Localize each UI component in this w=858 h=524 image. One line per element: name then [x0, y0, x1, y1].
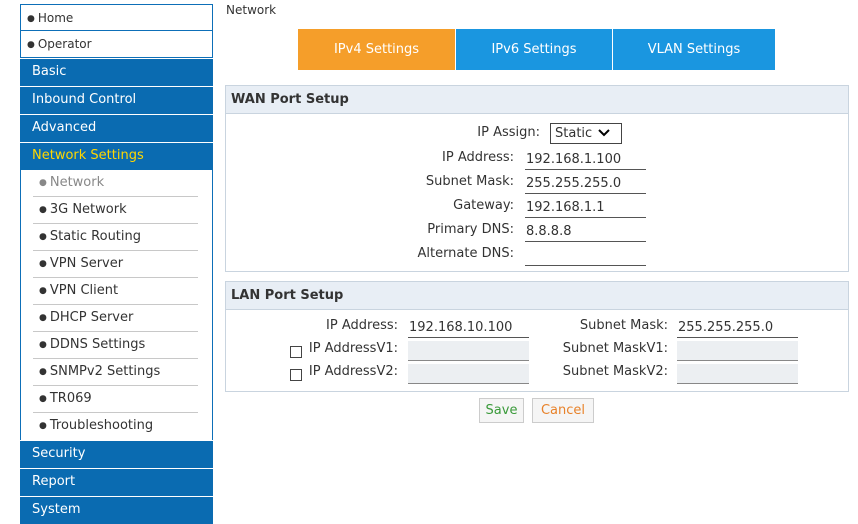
sidebar-item-label: SNMPv2 Settings [49, 364, 161, 379]
wan-section-title: WAN Port Setup [226, 86, 848, 114]
bullet-icon: ● [39, 232, 47, 242]
bullet-icon: ● [39, 286, 47, 296]
ip-address-v1-label: IP AddressV1: [308, 341, 398, 356]
wan-ip-address-label: IP Address: [442, 150, 514, 165]
nav-security[interactable]: Security [20, 440, 213, 468]
sidebar-item-vpn-server[interactable]: ● VPN Server [33, 251, 198, 278]
alternate-dns-field[interactable] [525, 246, 646, 266]
nav-network-settings[interactable]: Network Settings [20, 142, 213, 170]
sidebar-item-dhcp-server[interactable]: ● DHCP Server [33, 305, 198, 332]
lan-subnet-mask-field[interactable]: 255.255.255.0 [677, 318, 798, 338]
nav-advanced[interactable]: Advanced [20, 114, 213, 142]
sidebar-item-ddns-settings[interactable]: ● DDNS Settings [33, 332, 198, 359]
sidebar-item-label: VPN Server [49, 256, 124, 271]
bullet-icon: ● [39, 178, 47, 188]
wan-gateway-label: Gateway: [453, 198, 514, 213]
nav-home-label: Home [37, 11, 74, 25]
lan-section-title: LAN Port Setup [226, 282, 848, 310]
subnet-mask-v2-label: Subnet MaskV2: [562, 364, 668, 379]
wan-ip-address-field[interactable]: 192.168.1.100 [525, 150, 646, 170]
bullet-icon: ● [27, 14, 35, 24]
sidebar-item-label: DHCP Server [49, 310, 134, 325]
bullet-icon: ● [39, 367, 47, 377]
ip-assign-value: Static [555, 126, 593, 141]
ip-assign-label: IP Assign: [477, 125, 540, 140]
primary-dns-label: Primary DNS: [427, 222, 514, 237]
sidebar-item-label: DDNS Settings [49, 337, 146, 352]
nav-home[interactable]: ● Home [20, 4, 213, 30]
lan-ip-address-field[interactable]: 192.168.10.100 [408, 318, 529, 338]
tab-bar: IPv4 Settings IPv6 Settings VLAN Setting… [298, 29, 775, 70]
subnet-mask-v1-field[interactable] [677, 341, 798, 361]
lan-subnet-mask-label: Subnet Mask: [579, 318, 668, 333]
wan-subnet-mask-field[interactable]: 255.255.255.0 [525, 174, 646, 194]
ip-address-v1-checkbox[interactable] [290, 346, 302, 358]
bullet-icon: ● [27, 40, 35, 50]
bullet-icon: ● [39, 394, 47, 404]
sidebar-item-static-routing[interactable]: ● Static Routing [33, 224, 198, 251]
bullet-icon: ● [39, 259, 47, 269]
lan-port-section: LAN Port Setup IP Address: 192.168.10.10… [225, 281, 849, 392]
sidebar-item-snmpv2-settings[interactable]: ● SNMPv2 Settings [33, 359, 198, 386]
bullet-icon: ● [39, 205, 47, 215]
wan-gateway-field[interactable]: 192.168.1.1 [525, 198, 646, 218]
nav-operator[interactable]: ● Operator [20, 30, 213, 58]
sidebar-item-network[interactable]: ● Network [33, 170, 198, 197]
sidebar: ● Home ● Operator Basic Inbound Control Ad… [20, 4, 213, 524]
sidebar-item-label: Troubleshooting [49, 418, 154, 433]
wan-port-section: WAN Port Setup IP Assign: Static IP Addr… [225, 85, 849, 272]
ip-assign-select[interactable]: Static [550, 123, 622, 144]
sidebar-item-label: Static Routing [49, 229, 142, 244]
save-button[interactable]: Save [479, 398, 524, 423]
subnet-mask-v1-label: Subnet MaskV1: [562, 341, 668, 356]
network-settings-submenu: ● Network ● 3G Network ● Static Routing ● VP… [20, 170, 213, 440]
sidebar-item-label: TR069 [49, 391, 92, 406]
ip-address-v1-field[interactable] [408, 341, 529, 361]
tab-ipv4-settings[interactable]: IPv4 Settings [298, 29, 455, 70]
ip-address-v2-field[interactable] [408, 364, 529, 384]
nav-operator-label: Operator [37, 37, 92, 51]
ip-address-v2-checkbox[interactable] [290, 369, 302, 381]
ip-address-v2-label: IP AddressV2: [308, 364, 398, 379]
sidebar-item-tr069[interactable]: ● TR069 [33, 386, 198, 413]
bullet-icon: ● [39, 340, 47, 350]
nav-inbound-control[interactable]: Inbound Control [20, 86, 213, 114]
tab-vlan-settings[interactable]: VLAN Settings [612, 29, 775, 70]
nav-report[interactable]: Report [20, 468, 213, 496]
sidebar-item-vpn-client[interactable]: ● VPN Client [33, 278, 198, 305]
sidebar-item-label: VPN Client [49, 283, 119, 298]
wan-subnet-mask-label: Subnet Mask: [425, 174, 514, 189]
sidebar-item-3g-network[interactable]: ● 3G Network [33, 197, 198, 224]
subnet-mask-v2-field[interactable] [677, 364, 798, 384]
sidebar-item-label: Network [49, 175, 105, 190]
bullet-icon: ● [39, 313, 47, 323]
bullet-icon: ● [39, 421, 47, 431]
breadcrumb: Network [226, 3, 277, 17]
nav-basic[interactable]: Basic [20, 58, 213, 86]
alternate-dns-label: Alternate DNS: [417, 246, 514, 261]
sidebar-item-troubleshooting[interactable]: ● Troubleshooting [33, 413, 198, 440]
cancel-button[interactable]: Cancel [532, 398, 594, 423]
sidebar-item-label: 3G Network [49, 202, 127, 217]
tab-ipv6-settings[interactable]: IPv6 Settings [455, 29, 612, 70]
lan-ip-address-label: IP Address: [326, 318, 398, 333]
primary-dns-field[interactable]: 8.8.8.8 [525, 222, 646, 242]
chevron-down-icon [598, 124, 610, 143]
